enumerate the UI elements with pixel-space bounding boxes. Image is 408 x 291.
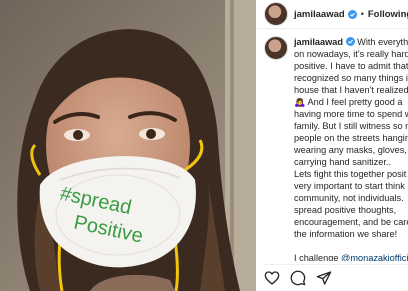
caption-block: jamilaawad With everythi on nowadays, it…: [264, 36, 408, 261]
caption-line: positive. I have to admit that: [294, 61, 408, 71]
caption-line: very important to start think: [294, 181, 405, 191]
verified-badge-icon: [345, 37, 355, 46]
caption-username[interactable]: jamilaawad: [294, 37, 343, 47]
caption-line: on nowadays, it's really hard: [294, 49, 408, 59]
caption-line: people on the streets hangin: [294, 133, 408, 143]
caption-line: With everythi: [357, 37, 408, 47]
caption-line: Lets fight this together posit: [294, 169, 407, 179]
caption-line: 🙇‍♀️ And I feel pretty good a: [294, 97, 403, 107]
caption-line: [294, 240, 408, 252]
caption-line: wearing any masks, gloves, o: [294, 145, 408, 155]
caption-avatar[interactable]: [264, 36, 288, 60]
post-details-panel: jamilaawad • Following jamilaawad With e…: [256, 0, 408, 291]
selfie-image: #spread Positive: [0, 0, 256, 291]
following-button[interactable]: Following: [368, 9, 408, 20]
caption-line: house that I haven't realized: [294, 85, 408, 95]
caption-line: recognized so many things i: [294, 73, 408, 83]
header-username[interactable]: jamilaawad: [294, 9, 345, 20]
post-photo[interactable]: #spread Positive: [0, 0, 256, 291]
caption-line: encouragement, and be care: [294, 217, 408, 227]
header-separator: •: [360, 9, 364, 19]
caption-line: having more time to spend w: [294, 109, 408, 119]
paper-plane-icon[interactable]: [316, 270, 332, 286]
post-header: jamilaawad • Following: [256, 0, 408, 29]
caption-line: carrying hand sanitizer..: [294, 157, 392, 167]
caption-line: family. But I still witness so m: [294, 121, 408, 131]
caption-line: I challenge: [294, 253, 339, 261]
caption-line: the information we share!: [294, 229, 398, 239]
verified-badge-icon: [347, 9, 357, 19]
avatar[interactable]: [264, 2, 288, 26]
mention-link[interactable]: @monazakiofficia: [341, 253, 408, 261]
caption-line: spread positive thoughts,: [294, 205, 397, 215]
comment-icon[interactable]: [290, 270, 306, 286]
action-bar: [264, 264, 408, 291]
heart-icon[interactable]: [264, 270, 280, 286]
caption-text: jamilaawad With everythi on nowadays, it…: [294, 36, 408, 261]
caption-line: community, not individuals.: [294, 193, 404, 203]
